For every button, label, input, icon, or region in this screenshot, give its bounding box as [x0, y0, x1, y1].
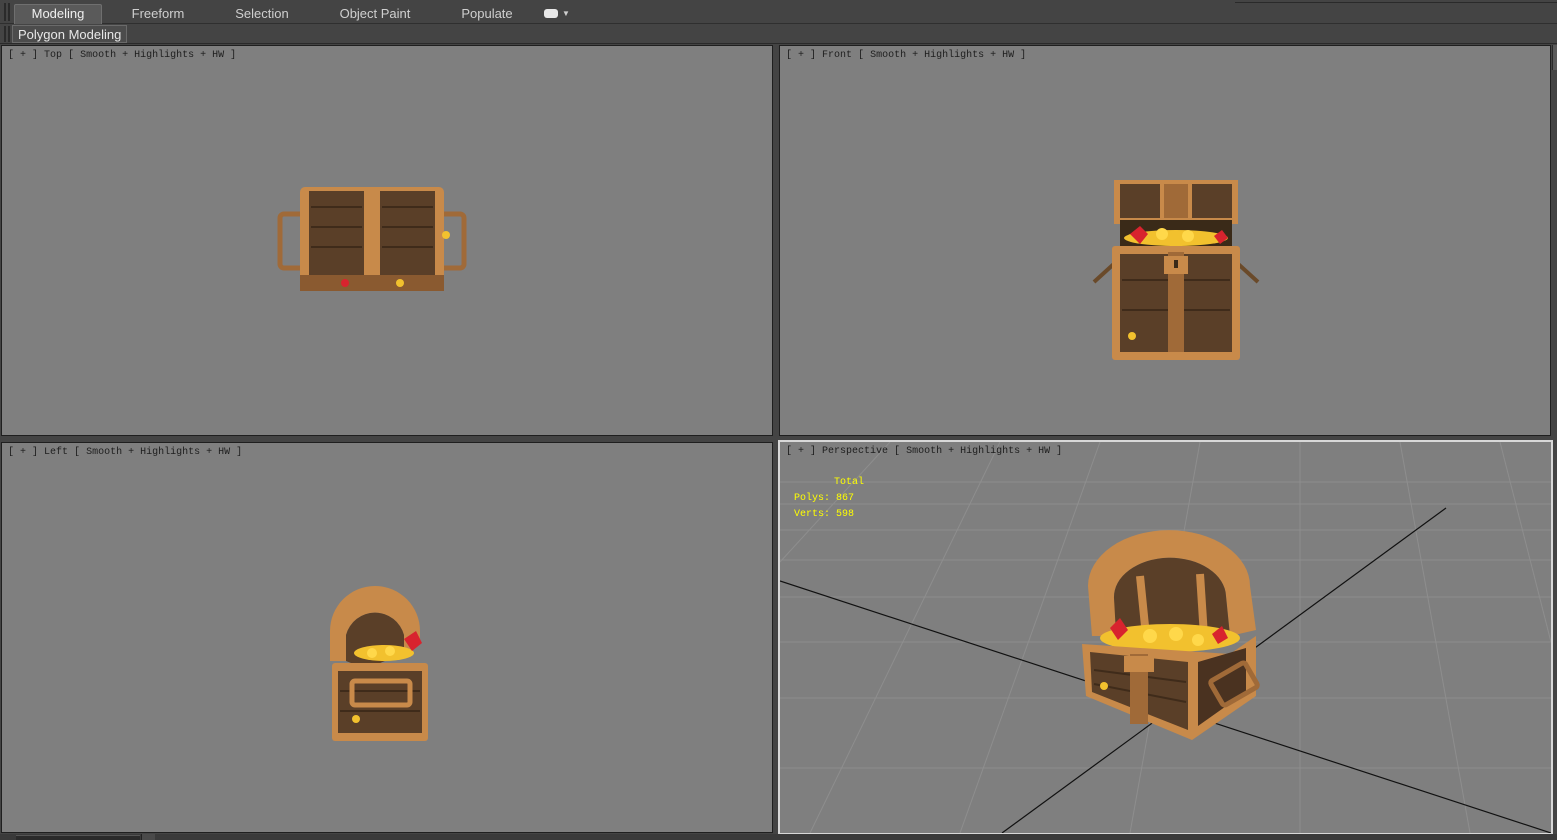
viewport-shading-label[interactable]: Smooth + Highlights + HW ]	[80, 50, 236, 61]
stats-total-label: Total	[834, 477, 865, 488]
stats-polys: Polys: 867	[794, 491, 864, 507]
viewport-menu-plus[interactable]: [ + ]	[786, 50, 816, 61]
scrollbar[interactable]	[1552, 45, 1557, 70]
viewport-menu-plus[interactable]: [ + ]	[786, 446, 816, 457]
statistics-overlay: Total Polys: 867 Verts: 598	[794, 475, 864, 523]
tab-selection[interactable]: Selection	[227, 5, 297, 25]
treasure-chest-front-view	[1092, 180, 1260, 360]
viewport-view-label[interactable]: Front	[822, 50, 852, 61]
polygon-modeling-button[interactable]: Polygon Modeling	[12, 25, 128, 43]
ribbon-panel: Polygon Modeling	[0, 24, 1557, 44]
viewport-front-canvas	[1092, 180, 1260, 360]
stats-polys-label: Polys:	[794, 493, 831, 504]
tab-freeform[interactable]: Freeform	[124, 5, 192, 25]
stats-verts-label: Verts:	[794, 509, 831, 520]
treasure-chest-left-view	[330, 586, 428, 741]
viewport-left-canvas	[330, 586, 428, 741]
viewport-perspective-canvas	[780, 442, 1551, 833]
viewport-left-label: [ + ] Left [ Smooth + Highlights + HW ]	[8, 447, 243, 458]
frame-slider[interactable]	[16, 835, 140, 840]
tab-populate[interactable]: Populate	[455, 5, 519, 25]
tab-object-paint[interactable]: Object Paint	[333, 5, 417, 25]
viewport-menu-plus[interactable]: [ + ]	[8, 447, 38, 458]
tab-modeling[interactable]: Modeling	[14, 4, 102, 24]
treasure-chest-perspective-view	[1082, 530, 1260, 740]
chevron-down-icon: ▼	[562, 9, 570, 18]
divider	[1235, 2, 1557, 3]
ribbon-grip[interactable]	[4, 3, 10, 21]
stats-verts-value: 598	[836, 509, 855, 520]
viewport-menu-plus[interactable]: [ + ]	[8, 50, 38, 61]
viewport-view-label[interactable]: Left	[44, 447, 68, 458]
viewport-top-label: [ + ] Top [ Smooth + Highlights + HW ]	[8, 50, 237, 61]
stats-verts: Verts: 598	[794, 507, 864, 523]
treasure-chest-top-view	[277, 187, 467, 291]
ribbon-tab-bar: Modeling Freeform Selection Object Paint…	[0, 0, 1557, 24]
viewport-view-label[interactable]: Top	[44, 50, 62, 61]
viewport-perspective-label: [ + ] Perspective [ Smooth + Highlights …	[786, 446, 1063, 457]
viewport-shading-label[interactable]: Smooth + Highlights + HW ]	[870, 50, 1026, 61]
viewport-front[interactable]: [ + ] Front [ Smooth + Highlights + HW ]	[779, 45, 1551, 436]
viewport-top-canvas	[277, 187, 467, 291]
viewport-perspective[interactable]: [ + ] Perspective [ Smooth + Highlights …	[778, 440, 1553, 835]
ribbon-panel-grip[interactable]	[4, 26, 10, 42]
status-bar	[0, 834, 1557, 840]
stats-polys-value: 867	[836, 493, 855, 504]
viewport-shading-label[interactable]: Smooth + Highlights + HW ]	[86, 447, 242, 458]
viewport-top[interactable]: [ + ] Top [ Smooth + Highlights + HW ]	[1, 45, 773, 436]
status-separator	[141, 834, 155, 840]
viewport-front-label: [ + ] Front [ Smooth + Highlights + HW ]	[786, 50, 1027, 61]
ribbon-options-icon[interactable]: ▼	[544, 8, 570, 20]
viewport-left[interactable]: [ + ] Left [ Smooth + Highlights + HW ]	[1, 442, 773, 833]
viewport-shading-label[interactable]: Smooth + Highlights + HW ]	[906, 446, 1062, 457]
viewport-view-label[interactable]: Perspective	[822, 446, 888, 457]
ribbon-toggle-icon	[544, 9, 558, 18]
